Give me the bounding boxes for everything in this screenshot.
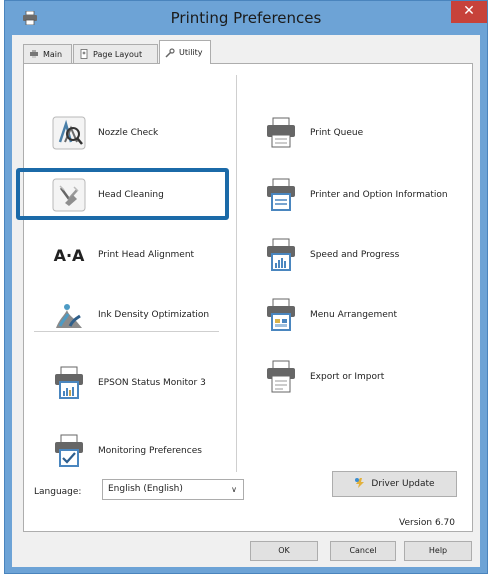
export-import-icon: [262, 358, 300, 396]
tab-page-layout[interactable]: Page Layout: [73, 44, 158, 63]
print-queue-icon: [262, 114, 300, 152]
status-monitor-icon: [50, 364, 88, 402]
monitoring-preferences-item[interactable]: Monitoring Preferences: [50, 432, 202, 470]
menu-arrangement-item[interactable]: Menu Arrangement: [262, 296, 397, 334]
tab-utility-label: Utility: [179, 48, 203, 57]
print-queue-label: Print Queue: [310, 128, 364, 138]
print-head-alignment-item[interactable]: A·A Print Head Alignment: [50, 236, 195, 274]
ink-density-label: Ink Density Optimization: [98, 310, 210, 320]
tab-utility[interactable]: Utility: [159, 40, 211, 64]
ink-density-item[interactable]: Ink Density Optimization: [50, 296, 209, 334]
dialog-body: Main Page Layout Utility Nozzle Check He…: [12, 35, 480, 567]
help-button[interactable]: Help: [404, 541, 472, 561]
printer-info-label: Printer and Option Information: [310, 190, 448, 200]
alignment-icon-text: A·A: [53, 245, 85, 265]
monitoring-preferences-label: Monitoring Preferences: [98, 446, 202, 456]
tab-page-layout-label: Page Layout: [93, 49, 143, 59]
nozzle-check-item[interactable]: Nozzle Check: [50, 114, 158, 152]
speed-progress-item[interactable]: Speed and Progress: [262, 236, 399, 274]
tab-main-label: Main: [43, 49, 63, 59]
chevron-down-icon: ∨: [231, 485, 237, 494]
status-monitor-label: EPSON Status Monitor 3: [98, 378, 206, 388]
language-label: Language:: [34, 487, 82, 497]
title-bar[interactable]: Printing Preferences ✕: [5, 1, 487, 35]
printer-info-icon: [262, 176, 300, 214]
language-value: English (English): [108, 484, 183, 494]
left-divider: [34, 331, 219, 332]
speed-progress-icon: [262, 236, 300, 274]
monitoring-preferences-icon: [50, 432, 88, 470]
alignment-icon: A·A: [50, 236, 88, 274]
export-import-label: Export or Import: [310, 372, 385, 382]
ok-button[interactable]: OK: [250, 541, 318, 561]
window-title: Printing Preferences: [170, 9, 322, 27]
head-cleaning-icon: [50, 176, 88, 214]
export-import-item[interactable]: Export or Import: [262, 358, 384, 396]
menu-arrangement-label: Menu Arrangement: [310, 310, 397, 320]
version-text: Version 6.70: [399, 518, 455, 528]
tab-main[interactable]: Main: [23, 44, 72, 63]
close-button[interactable]: ✕: [451, 1, 487, 23]
wrench-icon: [165, 47, 175, 58]
column-divider: [236, 75, 237, 472]
driver-update-label: Driver Update: [371, 479, 435, 489]
head-cleaning-item[interactable]: Head Cleaning: [50, 176, 164, 214]
page-icon: [79, 49, 89, 59]
language-select[interactable]: English (English) ∨: [102, 479, 244, 500]
speed-progress-label: Speed and Progress: [310, 250, 400, 260]
printer-info-item[interactable]: Printer and Option Information: [262, 176, 448, 214]
head-cleaning-label: Head Cleaning: [98, 190, 164, 200]
ink-density-icon: [50, 296, 88, 334]
utility-panel: Nozzle Check Head Cleaning A·A Print Hea…: [23, 63, 473, 532]
driver-update-button[interactable]: Driver Update: [332, 471, 457, 497]
print-head-alignment-label: Print Head Alignment: [98, 250, 195, 260]
menu-arrangement-icon: [262, 296, 300, 334]
close-icon: ✕: [463, 3, 475, 19]
status-monitor-item[interactable]: EPSON Status Monitor 3: [50, 364, 206, 402]
nozzle-check-icon: [50, 114, 88, 152]
cancel-button[interactable]: Cancel: [330, 541, 396, 561]
driver-update-icon: [354, 477, 366, 492]
nozzle-check-label: Nozzle Check: [98, 128, 159, 138]
printer-icon: [29, 49, 39, 59]
print-queue-item[interactable]: Print Queue: [262, 114, 363, 152]
printing-preferences-window: Printing Preferences ✕ Main Page Layout …: [4, 0, 488, 574]
